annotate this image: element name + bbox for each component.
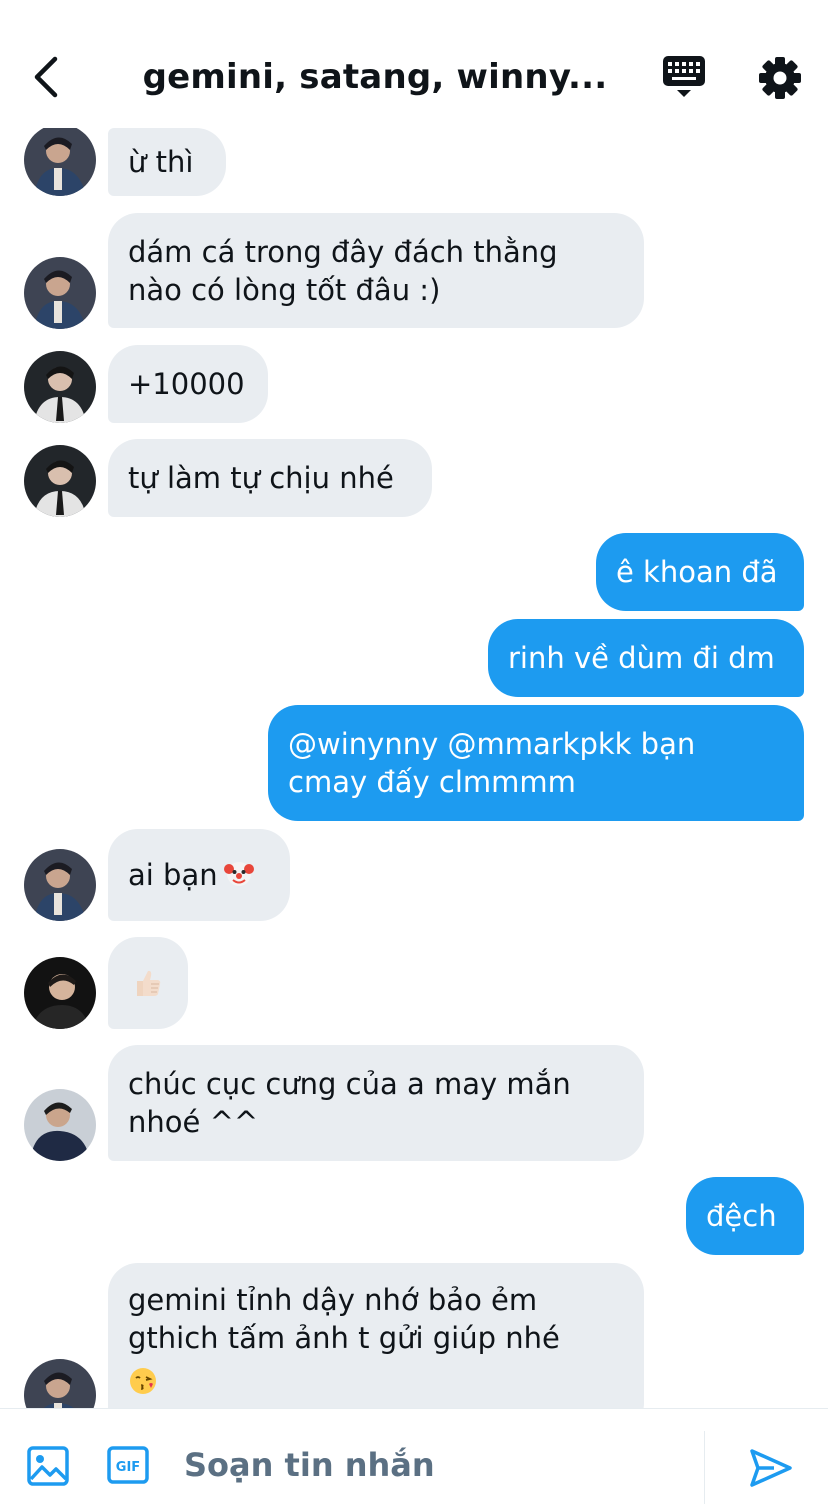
avatar[interactable] — [24, 1089, 96, 1161]
message-text: gemini tỉnh dậy nhớ bảo ẻm — [128, 1283, 538, 1317]
avatar-photo — [24, 351, 96, 423]
message-bubble[interactable]: ừ thì — [108, 128, 226, 196]
message-bubble[interactable]: chúc cục cưng của a may mắn nhoé ^^ — [108, 1045, 644, 1161]
message-text: gthich tấm ảnh t gửi giúp nhé — [128, 1321, 560, 1355]
message-text: tự làm tự chịu nhé — [128, 461, 394, 495]
message-input[interactable] — [184, 1439, 684, 1491]
send-icon — [750, 1449, 792, 1487]
keyboard-icon — [663, 56, 705, 97]
message-bubble[interactable]: @winynny @mmarkpkk bạn cmay đấy clmmmm — [268, 705, 804, 821]
gif-icon: GIF — [107, 1446, 149, 1484]
message-bubble[interactable]: +10000 — [108, 345, 268, 423]
composer-divider — [704, 1431, 705, 1504]
conversation-title[interactable]: gemini, satang, winny... — [110, 54, 640, 100]
message-bubble[interactable] — [108, 937, 188, 1029]
thumbs-up-icon — [137, 970, 161, 996]
conversation-header: gemini, satang, winny... — [0, 0, 828, 128]
message-bubble[interactable]: đệch — [686, 1177, 804, 1255]
avatar-photo — [24, 1089, 96, 1161]
message-bubble[interactable]: gemini tỉnh dậy nhớ bảo ẻm gthich tấm ản… — [108, 1263, 644, 1408]
chevron-left-icon — [34, 56, 58, 98]
image-icon — [27, 1446, 69, 1486]
message-bubble[interactable]: rinh về dùm đi dm — [488, 619, 804, 697]
message-text: đệch — [706, 1199, 777, 1233]
add-image-button[interactable] — [26, 1445, 70, 1487]
message-bubble[interactable]: ai bạn — [108, 829, 290, 921]
avatar-photo — [24, 849, 96, 921]
message-text: @winynny @mmarkpkk bạn — [288, 727, 696, 761]
message-bubble[interactable]: dám cá trong đây đách thằng nào có lòng … — [108, 213, 644, 328]
avatar-photo — [24, 128, 96, 196]
message-composer: GIF — [0, 1408, 828, 1504]
settings-button[interactable] — [754, 52, 806, 104]
avatar-photo — [24, 1359, 96, 1408]
face-blowing-kiss-icon — [130, 1368, 156, 1394]
message-list[interactable]: ừ thì dám cá trong đây đách thằng nào có… — [0, 128, 828, 1408]
message-text: cmay đấy clmmmm — [288, 765, 576, 799]
avatar-photo — [24, 257, 96, 329]
send-button[interactable] — [748, 1447, 794, 1489]
avatar-photo — [24, 445, 96, 517]
add-gif-button[interactable]: GIF — [106, 1445, 150, 1485]
message-text: nào có lòng tốt đâu :) — [128, 272, 441, 307]
message-bubble[interactable]: tự làm tự chịu nhé — [108, 439, 432, 517]
message-text: rinh về dùm đi dm — [508, 641, 775, 675]
avatar[interactable] — [24, 849, 96, 921]
message-text: ừ thì — [128, 145, 194, 179]
back-button[interactable] — [22, 50, 70, 104]
message-text: nhoé ^^ — [128, 1105, 259, 1139]
message-text: ê khoan đã — [616, 555, 778, 589]
avatar[interactable] — [24, 445, 96, 517]
message-text: ai bạn — [128, 858, 218, 892]
avatar[interactable] — [24, 1359, 96, 1408]
message-text: dám cá trong đây đách thằng — [128, 234, 558, 269]
svg-text:GIF: GIF — [116, 1460, 140, 1475]
clown-face-icon — [223, 862, 254, 886]
message-bubble[interactable]: ê khoan đã — [596, 533, 804, 611]
message-text: +10000 — [128, 367, 245, 401]
avatar[interactable] — [24, 957, 96, 1029]
keyboard-button[interactable] — [658, 52, 712, 104]
avatar-photo — [24, 957, 96, 1029]
avatar[interactable] — [24, 351, 96, 423]
avatar[interactable] — [24, 128, 96, 196]
avatar[interactable] — [24, 257, 96, 329]
message-text: chúc cục cưng của a may mắn — [128, 1067, 571, 1101]
gear-icon — [759, 57, 801, 99]
